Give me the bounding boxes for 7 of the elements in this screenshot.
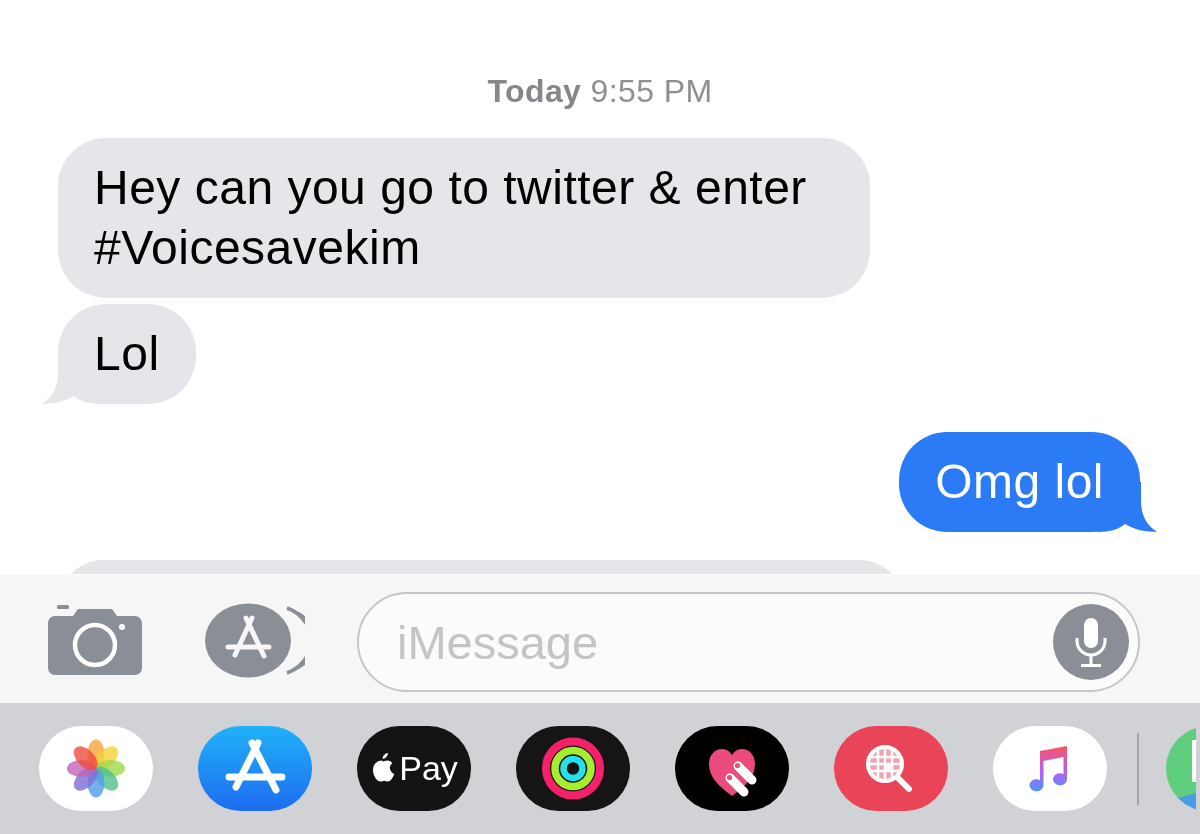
app-store-icon[interactable] (205, 602, 305, 678)
message-bubble: Hey can you go to twitter & enter #Voicesavekim (58, 138, 870, 298)
pay-button[interactable]: Pay (357, 726, 471, 811)
camera-icon[interactable] (48, 605, 142, 675)
timestamp: Today 9:55 PM (487, 72, 713, 110)
microphone-icon[interactable] (1053, 604, 1129, 680)
apple-icon (370, 751, 397, 782)
